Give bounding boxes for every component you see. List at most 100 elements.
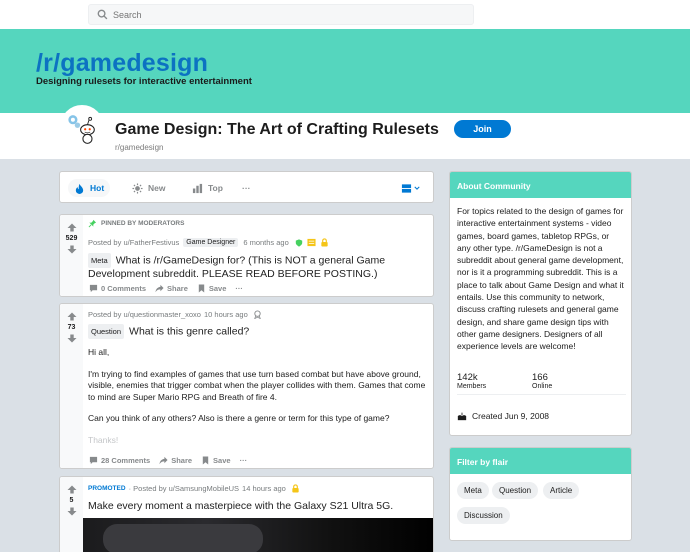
- post-title[interactable]: Meta What is /r/GameDesign for? (This is …: [88, 253, 408, 281]
- post-card-question[interactable]: 73 Posted by u/questionmaster_xoxo 10 ho…: [59, 303, 434, 469]
- comments-button[interactable]: 28 Comments: [89, 456, 150, 465]
- bar-chart-icon: [192, 183, 203, 193]
- view-mode-button[interactable]: [397, 179, 424, 197]
- downvote-icon[interactable]: [67, 334, 77, 343]
- more-options-button[interactable]: ···: [240, 456, 248, 465]
- post-text: Hi all, I'm trying to find examples of g…: [88, 347, 428, 446]
- post-card-promoted[interactable]: 5 PROMOTED · Posted by u/SamsungMobileUS…: [59, 476, 434, 552]
- created-date: Created Jun 9, 2008: [472, 411, 550, 421]
- post-time: 10 hours ago: [203, 310, 248, 319]
- upvote-icon[interactable]: [67, 223, 77, 232]
- downvote-icon[interactable]: [67, 507, 77, 516]
- more-label: ···: [235, 284, 243, 293]
- post-actions: 28 Comments Share Save ···: [89, 456, 256, 465]
- comments-label: 0 Comments: [101, 284, 147, 293]
- share-button[interactable]: Share: [159, 456, 192, 465]
- upvote-icon[interactable]: [67, 485, 77, 494]
- filter-flair-card: Filter by flair Meta Question Article Di…: [449, 447, 632, 541]
- subreddit-banner: /r/gamedesign Designing rulesets for int…: [0, 29, 690, 113]
- post-title-text[interactable]: What is this genre called?: [129, 325, 249, 337]
- save-button[interactable]: Save: [201, 456, 231, 465]
- about-header: About Community: [450, 172, 631, 198]
- members-count: 142k: [457, 372, 478, 383]
- banner-title: /r/gamedesign: [36, 49, 209, 77]
- upvote-icon[interactable]: [67, 312, 77, 321]
- post-score: 529: [65, 235, 78, 242]
- search-input[interactable]: [113, 9, 453, 20]
- share-icon: [159, 456, 168, 465]
- share-label: Share: [171, 456, 193, 465]
- post-title-text[interactable]: What is /r/GameDesign for? (This is NOT …: [88, 254, 385, 280]
- pinned-row: PINNED BY MODERATORS: [88, 219, 184, 228]
- post-card-pinned[interactable]: 529 PINNED BY MODERATORS Posted by u/Fat…: [59, 214, 434, 297]
- post-meta: Posted by u/questionmaster_xoxo 10 hours…: [88, 310, 262, 319]
- post-title[interactable]: Question What is this genre called?: [88, 324, 249, 339]
- sort-hot-button[interactable]: Hot: [68, 179, 111, 197]
- flair-chip-question[interactable]: Question: [492, 482, 539, 499]
- created-row: Created Jun 9, 2008: [457, 411, 549, 421]
- post-paragraph-faded: Thanks!: [88, 434, 119, 445]
- post-paragraph: Can you think of any others? Also is the…: [88, 413, 390, 423]
- flair-chip-article[interactable]: Article: [543, 482, 580, 499]
- snoo-icon: [62, 107, 102, 147]
- members-stat: 142k Members: [457, 372, 486, 390]
- post-actions: 0 Comments Share Save ···: [89, 284, 252, 293]
- post-meta: Posted by u/FatherFestivus Game Designer…: [88, 238, 329, 247]
- subreddit-title: Game Design: The Art of Crafting Ruleset…: [115, 121, 439, 138]
- search-icon: [97, 9, 108, 20]
- chevron-down-icon: [414, 186, 420, 190]
- top-bar: [0, 0, 690, 29]
- user-flair: Game Designer: [183, 238, 239, 247]
- shield-icon: [295, 238, 302, 247]
- share-label: Share: [167, 284, 188, 293]
- post-author[interactable]: Posted by u/FatherFestivus: [88, 238, 179, 247]
- vote-column: 73: [60, 304, 83, 468]
- comment-icon: [89, 284, 98, 293]
- flair-chip-discussion[interactable]: Discussion: [457, 507, 510, 524]
- sort-top-button[interactable]: Top: [186, 179, 229, 197]
- pinned-label: PINNED BY MODERATORS: [101, 220, 185, 227]
- share-button[interactable]: Share: [155, 284, 188, 293]
- comments-label: 28 Comments: [101, 456, 151, 465]
- comments-button[interactable]: 0 Comments: [89, 284, 146, 293]
- save-button[interactable]: Save: [197, 284, 226, 293]
- community-description: For topics related to the design of game…: [457, 206, 624, 352]
- join-button[interactable]: Join: [454, 120, 511, 138]
- sort-more-label: ···: [242, 183, 251, 193]
- about-community-card: About Community For topics related to th…: [449, 171, 632, 436]
- about-divider: [457, 394, 626, 395]
- sort-new-label: New: [148, 183, 166, 193]
- bookmark-icon: [202, 456, 209, 465]
- save-label: Save: [213, 456, 231, 465]
- ad-media-image[interactable]: [83, 518, 433, 552]
- post-author[interactable]: Posted by u/questionmaster_xoxo: [88, 310, 201, 319]
- lock-icon: [292, 484, 299, 493]
- post-time: 14 hours ago: [242, 484, 286, 493]
- sort-top-label: Top: [208, 183, 223, 193]
- post-flair[interactable]: Question: [88, 324, 125, 339]
- filter-header: Filter by flair: [450, 448, 631, 474]
- more-options-button[interactable]: ···: [235, 284, 243, 293]
- post-author[interactable]: · Posted by u/SamsungMobileUS: [129, 484, 239, 493]
- search-box[interactable]: [88, 4, 474, 25]
- subreddit-header: Game Design: The Art of Crafting Ruleset…: [0, 105, 690, 159]
- sort-new-button[interactable]: New: [126, 179, 171, 197]
- post-score: 73: [67, 324, 76, 331]
- subreddit-avatar: [60, 105, 104, 149]
- sort-more-button[interactable]: ···: [236, 179, 257, 197]
- post-score: 5: [69, 497, 74, 504]
- pin-icon: [88, 219, 97, 228]
- banner-subtitle: Designing rulesets for interactive enter…: [36, 76, 252, 87]
- flair-chip-meta[interactable]: Meta: [457, 482, 489, 499]
- post-title[interactable]: Make every moment a masterpiece with the…: [88, 500, 393, 513]
- flame-icon: [75, 183, 84, 194]
- online-count: 166: [532, 372, 548, 383]
- downvote-icon[interactable]: [67, 245, 77, 254]
- vote-column: 5: [60, 477, 83, 552]
- announcement-icon: [307, 238, 316, 247]
- promoted-label: PROMOTED: [88, 485, 126, 492]
- sort-bar: Hot New Top ···: [59, 171, 434, 203]
- post-paragraph: I'm trying to find examples of games tha…: [88, 368, 426, 402]
- lock-icon: [321, 238, 328, 247]
- post-flair[interactable]: Meta: [88, 253, 111, 268]
